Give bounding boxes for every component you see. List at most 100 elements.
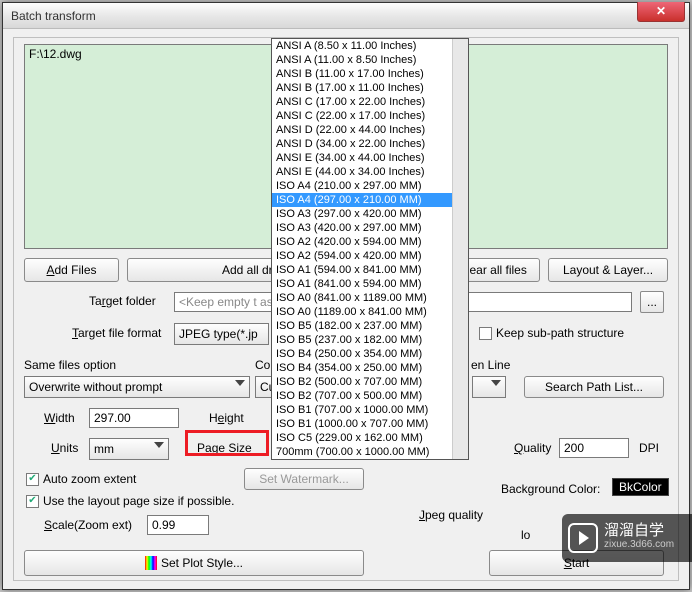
bk-color-swatch[interactable]: BkColor (612, 478, 669, 496)
search-path-label: Search Path List... (545, 380, 643, 394)
batch-transform-window: Batch transform ✕ F:\12.dwg Add Files Ad… (2, 2, 690, 590)
page-size-dropdown[interactable]: ANSI A (8.50 x 11.00 Inches)ANSI A (11.0… (271, 38, 469, 460)
layout-layer-button[interactable]: Layout & Layer... (548, 258, 668, 282)
page-size-option[interactable]: ISO A1 (841.00 x 594.00 MM) (272, 277, 452, 291)
page-size-option[interactable]: ISO A2 (420.00 x 594.00 MM) (272, 235, 452, 249)
target-file-format-label: Target file format (72, 326, 161, 340)
play-icon (568, 523, 598, 553)
units-label: Units (51, 441, 78, 455)
height-label: Height (209, 411, 244, 425)
page-size-option[interactable]: ANSI C (17.00 x 22.00 Inches) (272, 95, 452, 109)
page-size-option[interactable]: ANSI A (11.00 x 8.50 Inches) (272, 53, 452, 67)
add-files-label: dd Files (54, 263, 96, 277)
checkbox-box-icon (479, 327, 492, 340)
chevron-down-icon (235, 380, 245, 386)
bk-color-text: BkColor (619, 480, 662, 494)
page-size-option[interactable]: ISO A4 (210.00 x 297.00 MM) (272, 179, 452, 193)
use-layout-page-size-checkbox[interactable]: ✔ Use the layout page size if possible. (26, 494, 234, 508)
page-size-option[interactable]: ANSI B (11.00 x 17.00 Inches) (272, 67, 452, 81)
units-value: mm (94, 442, 114, 456)
page-size-option[interactable]: ISO B4 (250.00 x 354.00 MM) (272, 347, 452, 361)
scrollbar[interactable] (452, 39, 468, 459)
page-size-option[interactable]: ISO A0 (841.00 x 1189.00 MM) (272, 291, 452, 305)
add-files-button[interactable]: Add Files (24, 258, 119, 282)
en-line-combo[interactable] (472, 376, 506, 398)
keep-subpath-label: Keep sub-path structure (496, 326, 624, 340)
quality-label: Quality (514, 441, 551, 455)
chevron-down-icon (154, 442, 164, 448)
set-watermark-button[interactable]: Set Watermark... (244, 468, 364, 490)
close-icon: ✕ (656, 4, 666, 18)
watermark-text: 溜溜自学 zixue.3d66.com (604, 524, 674, 552)
page-size-option[interactable]: ANSI A (8.50 x 11.00 Inches) (272, 39, 452, 53)
same-files-label: Same files option (24, 358, 116, 372)
page-size-option[interactable]: ISO B2 (707.00 x 500.00 MM) (272, 389, 452, 403)
page-size-option[interactable]: ANSI E (44.00 x 34.00 Inches) (272, 165, 452, 179)
page-size-option[interactable]: ISO A4 (297.00 x 210.00 MM) (272, 193, 452, 207)
page-size-highlight (185, 430, 269, 456)
page-size-option[interactable]: ISO B5 (237.00 x 182.00 MM) (272, 333, 452, 347)
target-folder-row: Target folder (89, 294, 156, 308)
set-watermark-label: Set Watermark... (259, 472, 349, 486)
checkbox-checked-icon: ✔ (26, 473, 39, 486)
page-size-option[interactable]: ISO A3 (297.00 x 420.00 MM) (272, 207, 452, 221)
low-label: lo (521, 528, 530, 542)
titlebar: Batch transform ✕ (3, 3, 689, 29)
ellipsis-label: ... (647, 295, 657, 309)
inner-panel: F:\12.dwg Add Files Add all drawing file… (13, 37, 679, 581)
dpi-label: DPI (639, 441, 659, 455)
same-files-combo[interactable]: Overwrite without prompt (24, 376, 250, 398)
search-path-list-button[interactable]: Search Path List... (524, 376, 664, 398)
layout-size-label: Use the layout page size if possible. (43, 494, 234, 508)
keep-subpath-checkbox[interactable]: Keep sub-path structure (479, 326, 624, 340)
page-size-option[interactable]: ANSI D (22.00 x 44.00 Inches) (272, 123, 452, 137)
bg-color-label: Background Color: (501, 482, 600, 496)
rainbow-icon (145, 556, 157, 570)
set-plot-style-label: Set Plot Style... (161, 556, 243, 570)
page-size-option[interactable]: ISO B1 (707.00 x 1000.00 MM) (272, 403, 452, 417)
quality-value: 200 (564, 441, 584, 455)
page-size-option[interactable]: ISO C5 (229.00 x 162.00 MM) (272, 431, 452, 445)
same-files-label-row: Same files option (24, 358, 116, 372)
watermark-badge: 溜溜自学 zixue.3d66.com (562, 514, 692, 562)
target-folder-label: Target folder (89, 294, 156, 308)
page-size-option[interactable]: 700mm (700.00 x 1000.00 MM) (272, 445, 452, 459)
scale-label: Scale(Zoom ext) (44, 518, 132, 532)
scale-input[interactable]: 0.99 (147, 515, 209, 535)
width-input[interactable]: 297.00 (89, 408, 179, 428)
auto-zoom-label: Auto zoom extent (43, 472, 136, 486)
watermark-brand: 溜溜自学 (604, 524, 674, 538)
set-plot-style-button[interactable]: Set Plot Style... (24, 550, 364, 576)
page-size-option[interactable]: ISO A0 (1189.00 x 841.00 MM) (272, 305, 452, 319)
layout-layer-label: Layout & Layer... (563, 263, 653, 277)
content-area: F:\12.dwg Add Files Add all drawing file… (3, 29, 689, 589)
en-line-label: en Line (471, 358, 510, 372)
page-size-option[interactable]: ISO B5 (182.00 x 237.00 MM) (272, 319, 452, 333)
target-file-format-value: JPEG type(*.jp (179, 327, 258, 341)
page-size-option[interactable]: ISO B1 (1000.00 x 707.00 MM) (272, 417, 452, 431)
close-button[interactable]: ✕ (637, 2, 685, 22)
width-value: 297.00 (94, 411, 131, 425)
same-files-value: Overwrite without prompt (29, 380, 162, 394)
page-size-option[interactable]: ISO A2 (594.00 x 420.00 MM) (272, 249, 452, 263)
auto-zoom-checkbox[interactable]: ✔ Auto zoom extent (26, 472, 136, 486)
page-size-option[interactable]: ANSI E (34.00 x 44.00 Inches) (272, 151, 452, 165)
scale-value: 0.99 (152, 518, 175, 532)
browse-folder-button[interactable]: ... (640, 291, 664, 313)
watermark-domain: zixue.3d66.com (604, 538, 674, 552)
page-size-option[interactable]: ANSI D (34.00 x 22.00 Inches) (272, 137, 452, 151)
checkbox-checked-icon: ✔ (26, 495, 39, 508)
page-size-option[interactable]: ISO A1 (594.00 x 841.00 MM) (272, 263, 452, 277)
page-size-option[interactable]: ISO A3 (420.00 x 297.00 MM) (272, 221, 452, 235)
quality-input[interactable]: 200 (559, 438, 629, 458)
width-label: Width (44, 411, 75, 425)
target-file-format-row: Target file format (72, 326, 161, 340)
chevron-down-icon (491, 380, 501, 386)
jpeg-quality-label: Jpeg quality (419, 508, 483, 522)
target-file-format-combo[interactable]: JPEG type(*.jp (174, 323, 269, 345)
page-size-option[interactable]: ANSI C (22.00 x 17.00 Inches) (272, 109, 452, 123)
page-size-option[interactable]: ISO B4 (354.00 x 250.00 MM) (272, 361, 452, 375)
units-combo[interactable]: mm (89, 438, 169, 460)
page-size-option[interactable]: ANSI B (17.00 x 11.00 Inches) (272, 81, 452, 95)
page-size-option[interactable]: ISO B2 (500.00 x 707.00 MM) (272, 375, 452, 389)
